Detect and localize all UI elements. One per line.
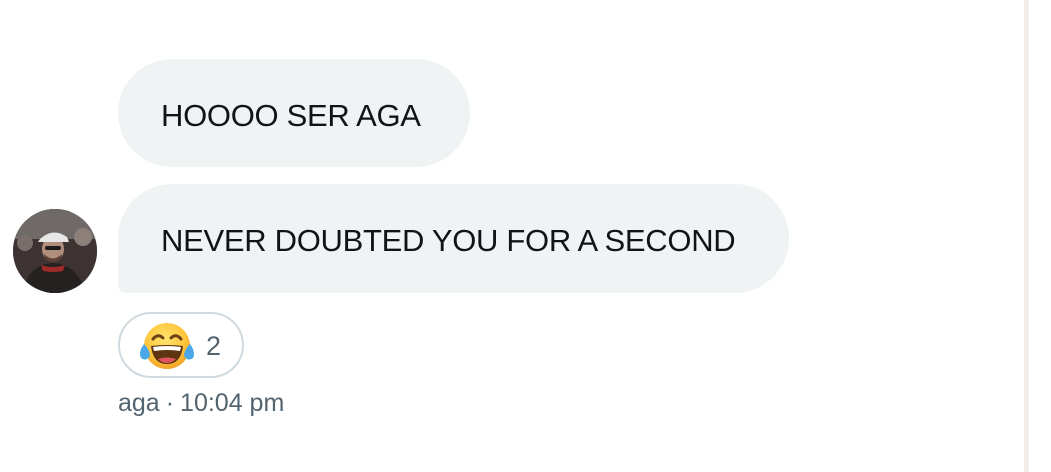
dm-conversation: HOOOO SER AGA NEVER DOUBTED YOU FOR A SE… [0,0,1051,472]
message-text: HOOOO SER AGA [161,98,421,133]
user-avatar-photo-icon [13,209,97,293]
message-text: NEVER DOUBTED YOU FOR A SECOND [161,223,736,258]
reaction-count: 2 [206,331,222,361]
message-bubble[interactable]: NEVER DOUBTED YOU FOR A SECOND [118,184,789,293]
panel-divider [1024,0,1029,472]
message-meta: aga · 10:04 pm [118,388,284,418]
message-timestamp: 10:04 pm [180,389,285,417]
meta-separator: · [165,389,175,417]
sender-name: aga [118,389,160,417]
sender-avatar[interactable] [13,209,97,293]
laughing-tears-emoji-icon [140,323,194,369]
message-bubble[interactable]: HOOOO SER AGA [118,59,470,167]
reaction-pill[interactable]: 2 [118,312,244,378]
